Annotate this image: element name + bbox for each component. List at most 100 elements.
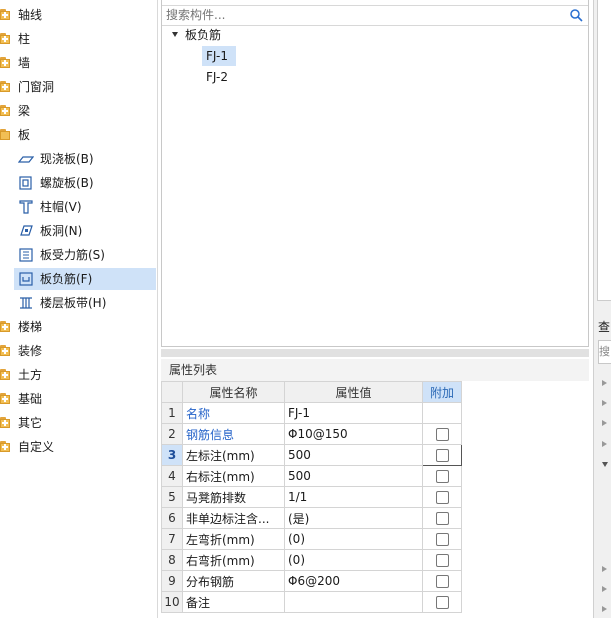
collapse-arrow-icon[interactable] (602, 462, 608, 467)
tree-node-fj2[interactable]: FJ-2 (202, 67, 236, 87)
property-value[interactable]: FJ-1 (284, 402, 423, 424)
table-row[interactable]: 3 左标注(mm) 500 (161, 444, 462, 466)
property-value[interactable]: (0) (284, 528, 423, 550)
extra-cell (422, 486, 462, 508)
property-table: 属性名称 属性值 附加 1 名称 FJ-1 2 钢筋信息 Φ10@150 3 左… (161, 381, 462, 613)
right-top-area (597, 0, 611, 301)
property-name: 非单边标注含... (182, 507, 285, 529)
tree-item-label: 轴线 (18, 8, 43, 22)
slab-icon (18, 156, 34, 163)
table-row[interactable]: 9 分布钢筋 Φ6@200 (161, 570, 462, 592)
property-name: 右弯折(mm) (182, 549, 285, 571)
right-search-input[interactable]: 搜 (598, 340, 611, 364)
tree-item-label: 现浇板(B) (40, 152, 94, 166)
row-number: 2 (161, 423, 183, 445)
extra-cell (422, 402, 462, 424)
table-row[interactable]: 2 钢筋信息 Φ10@150 (161, 423, 462, 445)
tree-item-negative-rebar[interactable]: 板负筋(F) (14, 268, 156, 290)
tree-item-label: 楼梯 (18, 320, 43, 334)
expand-arrow-icon[interactable] (602, 566, 607, 572)
extra-checkbox[interactable] (435, 575, 449, 588)
collapse-triangle-icon[interactable] (172, 32, 178, 37)
search-input[interactable] (162, 6, 546, 23)
property-name: 左弯折(mm) (182, 528, 285, 550)
expand-arrow-icon[interactable] (602, 400, 607, 406)
property-value[interactable]: Φ10@150 (284, 423, 423, 445)
extra-checkbox[interactable] (435, 554, 449, 567)
extra-checkbox[interactable] (435, 596, 449, 609)
property-panel-title: 属性列表 (161, 359, 589, 381)
folder-icon (0, 57, 10, 68)
property-name: 备注 (182, 591, 285, 613)
expand-arrow-icon[interactable] (602, 586, 607, 592)
folder-icon (0, 417, 10, 428)
folder-icon (0, 321, 10, 332)
slab-rebar-icon (19, 248, 33, 262)
property-value[interactable]: (是) (284, 507, 423, 529)
row-number: 5 (161, 486, 183, 508)
folder-icon (0, 369, 10, 380)
extra-checkbox[interactable] (435, 428, 449, 441)
right-side-panel: 查 搜 (593, 0, 611, 618)
tree-item-label: 柱帽(V) (40, 200, 82, 214)
row-number: 1 (161, 402, 183, 424)
table-row[interactable]: 8 右弯折(mm) (0) (161, 549, 462, 571)
property-value[interactable]: 500 (284, 444, 423, 466)
folder-icon (0, 345, 10, 356)
tree-node-fj1[interactable]: FJ-1 (202, 46, 236, 66)
extra-checkbox[interactable] (435, 512, 449, 525)
component-list-panel: 板负筋 FJ-1 FJ-2 (161, 0, 589, 347)
tree-item-label: 梁 (18, 104, 31, 118)
extra-checkbox[interactable] (435, 533, 449, 546)
row-number: 6 (161, 507, 183, 529)
property-value[interactable]: 500 (284, 465, 423, 487)
table-row[interactable]: 5 马凳筋排数 1/1 (161, 486, 462, 508)
tree-item-label: 板 (18, 128, 31, 142)
folder-icon (0, 81, 10, 92)
folder-icon (0, 9, 10, 20)
expand-arrow-icon[interactable] (602, 380, 607, 386)
row-number: 7 (161, 528, 183, 550)
expand-arrow-icon[interactable] (602, 606, 607, 612)
row-number: 3 (161, 444, 183, 466)
row-number-header (161, 381, 183, 403)
tree-node-negative-rebar[interactable]: 板负筋 (162, 25, 282, 45)
expand-arrow-icon[interactable] (602, 420, 607, 426)
tree-item-label: 板洞(N) (40, 224, 83, 238)
property-value[interactable] (284, 591, 423, 613)
extra-cell (422, 423, 462, 445)
folder-icon (0, 33, 10, 44)
column-header-name[interactable]: 属性名称 (182, 381, 285, 403)
search-icon[interactable] (569, 8, 583, 22)
table-row[interactable]: 6 非单边标注含... (是) (161, 507, 462, 529)
row-number: 10 (161, 591, 183, 613)
property-name: 钢筋信息 (182, 423, 285, 445)
row-number: 4 (161, 465, 183, 487)
property-value[interactable]: 1/1 (284, 486, 423, 508)
extra-checkbox[interactable] (435, 449, 449, 462)
column-header-extra[interactable]: 附加 (422, 381, 462, 403)
property-name: 分布钢筋 (182, 570, 285, 592)
panel-divider[interactable] (161, 349, 589, 357)
tree-item-label: 螺旋板(B) (40, 176, 94, 190)
extra-cell (422, 465, 462, 487)
table-row[interactable]: 7 左弯折(mm) (0) (161, 528, 462, 550)
extra-checkbox[interactable] (435, 470, 449, 483)
column-header-value[interactable]: 属性值 (284, 381, 423, 403)
slab-hole-icon (20, 225, 33, 236)
tree-item-label: 基础 (18, 392, 43, 406)
tree-item-label: 柱 (18, 32, 31, 46)
property-value[interactable]: (0) (284, 549, 423, 571)
extra-cell (422, 591, 462, 613)
table-row[interactable]: 1 名称 FJ-1 (161, 402, 462, 424)
expand-arrow-icon[interactable] (602, 441, 607, 447)
property-value[interactable]: Φ6@200 (284, 570, 423, 592)
negative-rebar-icon (19, 272, 33, 286)
table-row[interactable]: 4 右标注(mm) 500 (161, 465, 462, 487)
property-name: 左标注(mm) (182, 444, 285, 466)
tree-item-label: 其它 (18, 416, 43, 430)
tree-item-label: 自定义 (18, 440, 55, 454)
table-row[interactable]: 10 备注 (161, 591, 462, 613)
extra-cell (422, 528, 462, 550)
extra-checkbox[interactable] (435, 491, 449, 504)
